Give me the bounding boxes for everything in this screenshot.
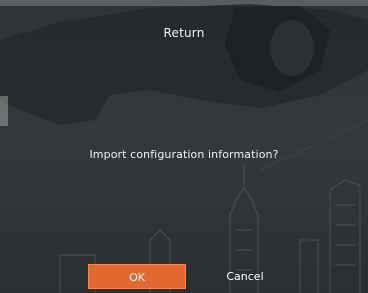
dialog-title: Return	[163, 26, 205, 40]
cancel-button[interactable]: Cancel	[196, 264, 294, 289]
dialog-screen: Return Import configuration information?…	[0, 0, 368, 293]
ok-button[interactable]: OK	[88, 264, 186, 289]
background-illustration	[0, 0, 368, 293]
dialog-message: Import configuration information?	[89, 148, 279, 161]
